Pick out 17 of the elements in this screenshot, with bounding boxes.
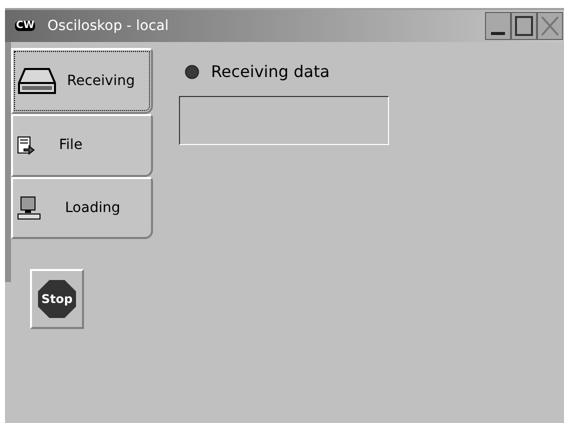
- close-button[interactable]: [537, 12, 563, 40]
- tab[interactable]: File: [11, 114, 153, 177]
- maximize-icon: [515, 16, 533, 36]
- minimize-button[interactable]: [485, 12, 511, 40]
- close-icon: [541, 16, 559, 36]
- app-icon: CW: [15, 21, 36, 31]
- window-title: Osciloskop - local: [47, 16, 169, 36]
- computer-icon: [17, 196, 41, 220]
- tab[interactable]: Loading: [11, 177, 153, 239]
- maximize-button[interactable]: [511, 12, 537, 40]
- drive-icon: [17, 67, 57, 95]
- tab[interactable]: Receiving: [11, 48, 153, 114]
- minimize-icon: [491, 32, 505, 35]
- indicator-label: Receiving data: [211, 61, 330, 83]
- stop-sign: Stop: [38, 280, 76, 318]
- stop-button[interactable]: Stop: [30, 269, 84, 329]
- file-import-icon: [17, 136, 35, 156]
